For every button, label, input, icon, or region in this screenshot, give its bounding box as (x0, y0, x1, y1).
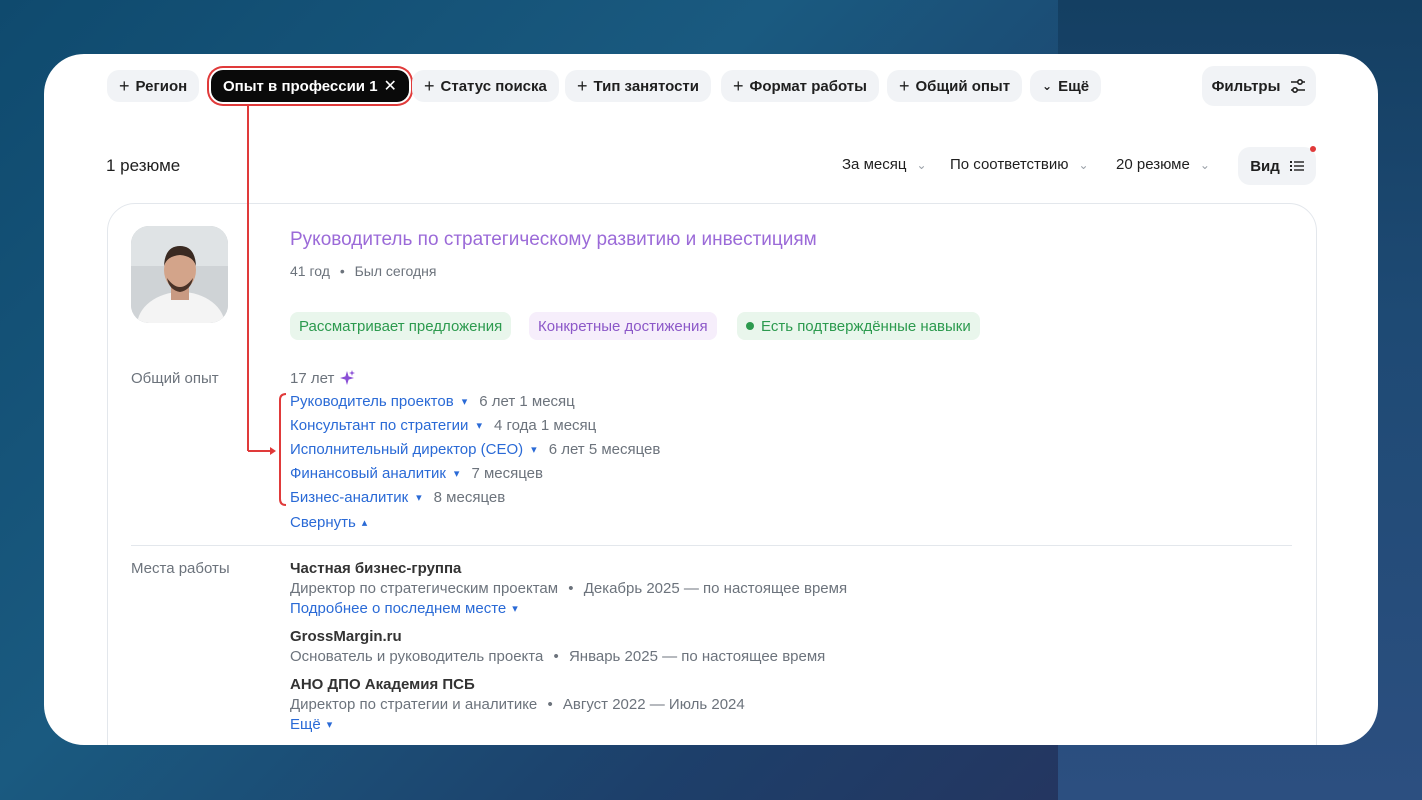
job-details: Директор по стратегии и аналитике • Авгу… (290, 696, 745, 713)
sort-select[interactable]: По соответствию ⌄ (950, 156, 1089, 173)
chevron-down-icon: ▾ (453, 468, 460, 480)
role-item[interactable]: Исполнительный директор (CEO) ▾ 6 лет 5 … (290, 441, 660, 458)
chevron-down-icon: ▾ (326, 719, 333, 731)
plus-icon: + (424, 76, 435, 96)
role-item[interactable]: Руководитель проектов ▾ 6 лет 1 месяц (290, 393, 575, 410)
resume-title[interactable]: Руководитель по стратегическому развитию… (290, 229, 817, 251)
chevron-down-icon: ▾ (416, 492, 422, 504)
close-icon[interactable]: ✕ (384, 76, 397, 96)
avatar[interactable] (131, 226, 228, 323)
job-details: Директор по стратегическим проектам • Де… (290, 580, 848, 597)
chevron-down-icon: ⌄ (1078, 157, 1089, 172)
view-button[interactable]: Вид (1238, 147, 1316, 185)
job-details: Основатель и руководитель проекта • Янва… (290, 648, 826, 665)
avatar-photo (131, 226, 228, 323)
page-size-select[interactable]: 20 резюме ⌄ (1116, 156, 1210, 173)
workplaces-label: Места работы (131, 560, 230, 577)
plus-icon: + (899, 76, 910, 96)
plus-icon: + (577, 76, 588, 96)
plus-icon: + (733, 76, 744, 96)
results-count: 1 резюме (106, 156, 181, 175)
plus-icon: + (119, 76, 130, 96)
job-company: Частная бизнес-группа (290, 560, 462, 577)
sliders-icon (1291, 79, 1306, 93)
chevron-down-icon: ⌄ (1042, 79, 1053, 93)
chevron-down-icon: ▾ (531, 444, 537, 456)
chevron-down-icon: ▾ (512, 603, 518, 615)
experience-total: 17 лет (290, 369, 356, 387)
status-dot (746, 322, 754, 330)
period-select[interactable]: За месяц ⌄ (842, 156, 927, 173)
filter-chip-total-experience[interactable]: + Общий опыт (887, 70, 1023, 102)
more-last-place-link[interactable]: Подробнее о последнем месте ▾ (290, 600, 518, 617)
job-company: GrossMargin.ru (290, 628, 402, 645)
experience-label: Общий опыт (131, 370, 219, 387)
role-item[interactable]: Консультант по стратегии ▾ 4 года 1 меся… (290, 417, 596, 434)
role-item[interactable]: Бизнес-аналитик ▾ 8 месяцев (290, 489, 505, 506)
divider (131, 545, 1292, 546)
list-view-icon (1289, 161, 1304, 171)
chevron-down-icon: ▾ (476, 420, 482, 432)
job-company: АНО ДПО Академия ПСБ (290, 676, 475, 693)
tag-achievements: Конкретные достижения (529, 312, 717, 340)
filter-chip-profession-experience[interactable]: Опыт в профессии 1 ✕ (211, 70, 409, 102)
filters-button[interactable]: Фильтры (1202, 66, 1316, 106)
tag-open-to-offers: Рассматривает предложения (290, 312, 512, 340)
notification-dot (1310, 146, 1316, 152)
collapse-link[interactable]: Свернуть ▴ (290, 514, 367, 531)
chevron-down-icon: ⌄ (1199, 157, 1210, 172)
chevron-down-icon: ▾ (461, 396, 468, 408)
chevron-down-icon: ⌄ (916, 157, 927, 172)
tag-verified-skills: Есть подтверждённые навыки (737, 312, 980, 340)
chevron-up-icon: ▴ (361, 517, 368, 529)
main-panel: + Регион Опыт в профессии 1 ✕ + Статус п… (44, 54, 1378, 745)
more-link[interactable]: Ещё ▾ (290, 716, 332, 733)
sparkle-icon (340, 370, 356, 385)
filter-chip-employment-type[interactable]: + Тип занятости (565, 70, 711, 102)
filter-chip-search-status[interactable]: + Статус поиска (412, 70, 559, 102)
role-item[interactable]: Финансовый аналитик ▾ 7 месяцев (290, 465, 543, 482)
resume-meta: 41 год • Был сегодня (290, 263, 437, 279)
filter-chip-region[interactable]: + Регион (107, 70, 200, 102)
filter-chip-work-format[interactable]: + Формат работы (721, 70, 879, 102)
filter-chip-more[interactable]: ⌄ Ещё (1030, 70, 1102, 102)
